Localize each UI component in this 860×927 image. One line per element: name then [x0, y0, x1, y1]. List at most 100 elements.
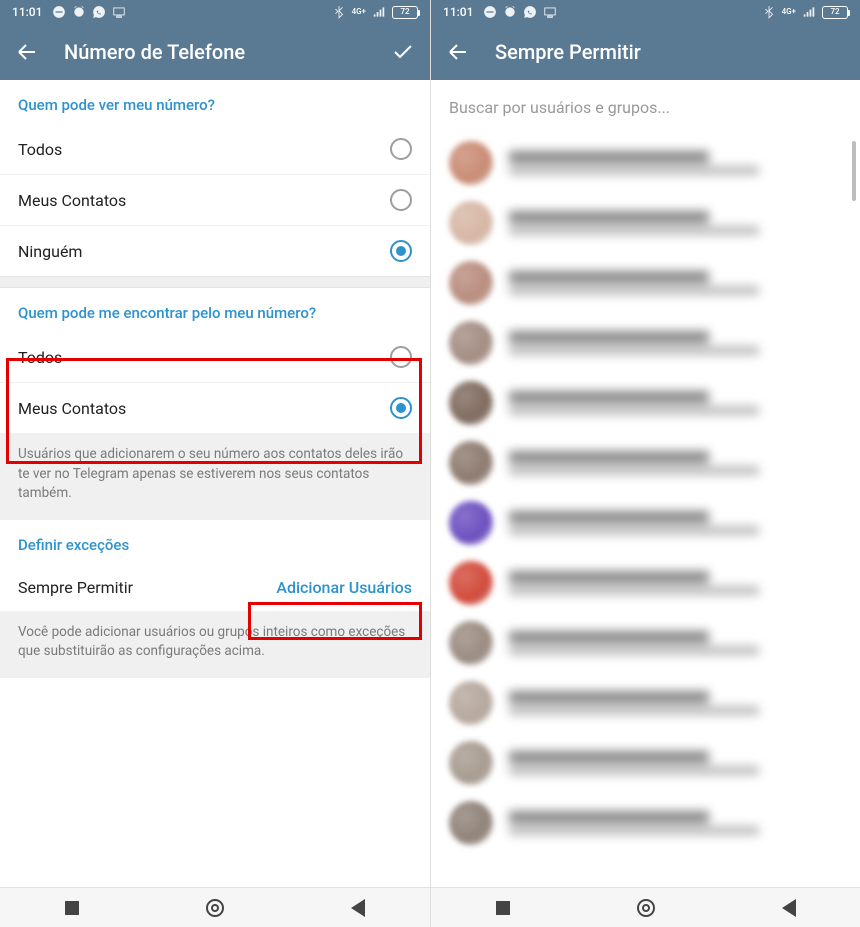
avatar [449, 321, 493, 365]
page-title: Sempre Permitir [495, 40, 846, 64]
battery-icon: 72 [822, 6, 848, 19]
contact-text [509, 571, 842, 595]
list-item[interactable] [431, 673, 860, 733]
list-item[interactable] [431, 733, 860, 793]
arrow-left-icon [15, 40, 39, 64]
nav-recent[interactable] [60, 896, 84, 920]
battery-icon: 72 [392, 6, 418, 19]
search-placeholder: Buscar por usuários e grupos... [449, 98, 670, 117]
helper-find: Usuários que adicionarem o seu número ao… [0, 433, 430, 520]
contact-sub-blur [509, 166, 759, 175]
search-field[interactable]: Buscar por usuários e grupos... [431, 80, 860, 133]
avatar [449, 681, 493, 725]
contact-name-blur [509, 211, 709, 223]
contact-name-blur [509, 391, 709, 403]
radio-unchecked-icon [390, 189, 412, 211]
radio-unchecked-icon [390, 138, 412, 160]
radio-checked-icon [390, 397, 412, 419]
bluetooth-icon [332, 5, 346, 19]
list-item[interactable] [431, 313, 860, 373]
contact-text [509, 211, 842, 235]
list-item[interactable] [431, 493, 860, 553]
nav-bar [0, 887, 430, 927]
contact-sub-blur [509, 526, 759, 535]
divider [0, 276, 430, 288]
status-icons-right: 4G+ 72 [332, 5, 418, 19]
contact-text [509, 391, 842, 415]
list-item[interactable] [431, 613, 860, 673]
contact-sub-blur [509, 766, 759, 775]
confirm-button[interactable] [390, 39, 416, 65]
option-my-contacts[interactable]: Meus Contatos [0, 174, 430, 225]
option-label: Ninguém [18, 242, 390, 261]
status-icons-left [483, 5, 557, 19]
triangle-left-icon [351, 899, 365, 917]
option-find-my-contacts[interactable]: Meus Contatos [0, 382, 430, 433]
contact-text [509, 631, 842, 655]
contact-text [509, 691, 842, 715]
content: Buscar por usuários e grupos... [431, 80, 860, 887]
contact-name-blur [509, 571, 709, 583]
nav-home[interactable] [634, 896, 658, 920]
radio-unchecked-icon [390, 346, 412, 368]
list-item[interactable] [431, 373, 860, 433]
content: Quem pode ver meu número? Todos Meus Con… [0, 80, 430, 887]
contact-name-blur [509, 151, 709, 163]
option-everybody[interactable]: Todos [0, 124, 430, 174]
avatar [449, 381, 493, 425]
status-bar: 11:01 4G+ 72 [0, 0, 430, 24]
avatar [449, 561, 493, 605]
contact-sub-blur [509, 346, 759, 355]
option-nobody[interactable]: Ninguém [0, 225, 430, 276]
dnd-icon [52, 5, 66, 19]
option-label: Todos [18, 140, 390, 159]
option-find-everybody[interactable]: Todos [0, 332, 430, 382]
battery-pct: 72 [400, 8, 409, 16]
helper-exceptions: Você pode adicionar usuários ou grupos i… [0, 611, 430, 678]
screen-icon [112, 5, 126, 19]
list-item[interactable] [431, 553, 860, 613]
contact-name-blur [509, 751, 709, 763]
avatar [449, 201, 493, 245]
list-item[interactable] [431, 433, 860, 493]
list-item[interactable] [431, 133, 860, 193]
contact-name-blur [509, 271, 709, 283]
status-time: 11:01 [12, 5, 42, 19]
section-who-can-find: Quem pode me encontrar pelo meu número? [0, 288, 430, 332]
page-title: Número de Telefone [64, 40, 366, 64]
option-label: Todos [18, 348, 390, 367]
check-icon [391, 40, 415, 64]
status-time: 11:01 [443, 5, 473, 19]
contact-name-blur [509, 511, 709, 523]
contact-text [509, 451, 842, 475]
list-item[interactable] [431, 253, 860, 313]
bluetooth-icon [762, 5, 776, 19]
phone-left: 11:01 4G+ 72 Número de Telefone Quem pod… [0, 0, 430, 927]
network-type: 4G+ [782, 8, 796, 16]
contact-text [509, 511, 842, 535]
section-who-can-see: Quem pode ver meu número? [0, 80, 430, 124]
avatar [449, 621, 493, 665]
nav-home[interactable] [203, 896, 227, 920]
contact-list[interactable] [431, 133, 860, 853]
contact-name-blur [509, 811, 709, 823]
nav-recent[interactable] [491, 896, 515, 920]
list-item[interactable] [431, 793, 860, 853]
contact-text [509, 331, 842, 355]
option-label: Meus Contatos [18, 399, 390, 418]
scrollbar[interactable] [852, 141, 856, 201]
avatar [449, 261, 493, 305]
add-users-link[interactable]: Adicionar Usuários [276, 578, 412, 597]
contact-name-blur [509, 451, 709, 463]
contact-sub-blur [509, 286, 759, 295]
avatar [449, 501, 493, 545]
contact-sub-blur [509, 406, 759, 415]
back-button[interactable] [14, 39, 40, 65]
avatar [449, 801, 493, 845]
list-item[interactable] [431, 193, 860, 253]
row-always-allow[interactable]: Sempre Permitir Adicionar Usuários [0, 564, 430, 611]
battery-pct: 72 [830, 8, 839, 16]
back-button[interactable] [445, 39, 471, 65]
nav-back[interactable] [346, 896, 370, 920]
nav-back[interactable] [777, 896, 801, 920]
